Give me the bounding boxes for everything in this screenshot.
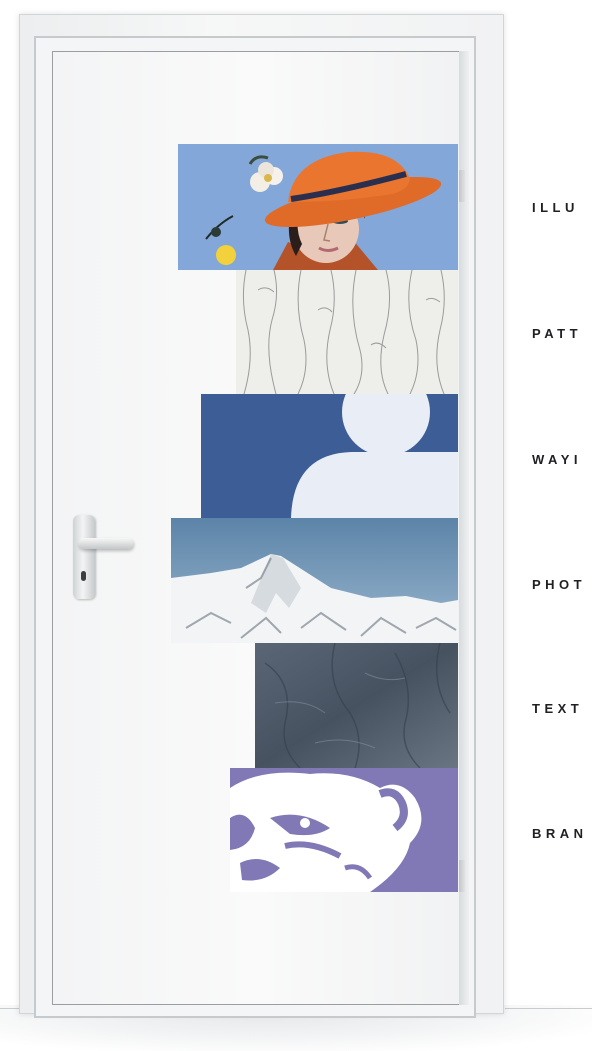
category-wayfinding-label[interactable]: WAYI [532, 452, 582, 467]
hinge-bottom [459, 860, 465, 892]
bear-logo-icon [230, 768, 458, 892]
branding-tile[interactable] [230, 768, 458, 892]
door-handle-plate [73, 515, 95, 599]
photography-tile[interactable] [171, 518, 458, 643]
illustration-tile[interactable] [178, 144, 458, 270]
wayfinding-tile[interactable] [201, 394, 458, 518]
category-photography-label[interactable]: PHOT [532, 577, 586, 592]
floor-line-right [505, 1008, 592, 1009]
category-texture-label[interactable]: TEXT [532, 701, 583, 716]
person-pictogram-icon [201, 394, 458, 518]
texture-tile[interactable] [255, 643, 458, 768]
category-branding-label[interactable]: BRAN [532, 826, 588, 841]
door-handle-lever[interactable] [78, 538, 133, 549]
pattern-tile[interactable] [236, 270, 458, 394]
hinge-top [459, 170, 465, 202]
category-pattern-label[interactable]: PATT [532, 326, 582, 341]
keyhole-icon [81, 571, 86, 581]
door-mockup-scene: ILLU PATT WAYI PHOT TEXT BRAN [0, 0, 592, 1051]
stone-texture-icon [255, 643, 458, 768]
snowy-mountain-photo-icon [171, 518, 458, 643]
woman-in-hat-illustration-icon [178, 144, 458, 270]
wavy-line-pattern-icon [236, 270, 458, 394]
category-illustration-label[interactable]: ILLU [532, 200, 579, 215]
